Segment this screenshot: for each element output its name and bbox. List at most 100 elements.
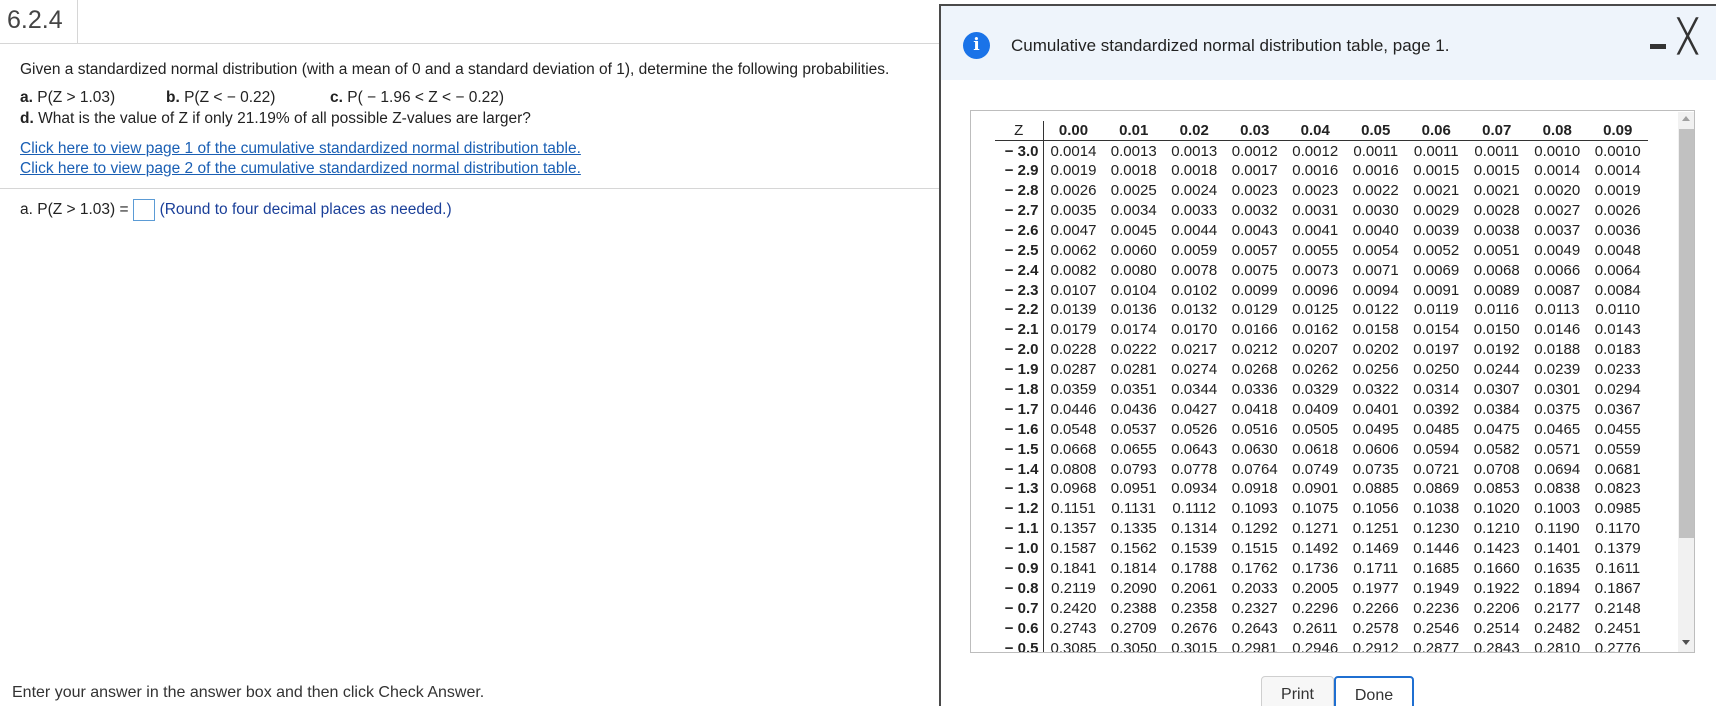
table-row: − 1.8 0.0359 0.0351 0.0344 0.0336 0.0329 0.032… [995,379,1648,400]
z-value-cell: − 1.8 [995,379,1044,400]
probability-cell: 0.1492 [1292,540,1339,558]
probability-cell: 0.2148 [1594,599,1641,617]
table-row: − 2.3 0.0107 0.0104 0.0102 0.0099 0.0096 0.009… [995,280,1648,301]
probability-cell: 0.2266 [1352,599,1399,617]
probability-cell: 0.1210 [1473,520,1520,538]
column-header: 0.09 [1603,122,1633,140]
probability-cell: 0.0401 [1352,400,1399,418]
table-body: − 3.0 0.0014 0.0013 0.0013 0.0012 0.0012 0.001… [995,140,1648,653]
probability-cell: 0.0020 [1534,182,1581,200]
probability-cell: 0.0016 [1292,162,1339,180]
scrollbar-thumb[interactable] [1679,129,1694,538]
probability-cell: 0.2482 [1534,619,1581,637]
z-value-cell: − 2.3 [995,280,1044,301]
probability-cell: 0.1292 [1231,520,1278,538]
probability-cell: 0.0793 [1110,460,1157,478]
question-text: Given a standardized normal distribution… [20,61,890,78]
probability-cell: 0.0322 [1352,381,1399,399]
z-value-cell: − 1.1 [995,518,1044,539]
probability-cell: 0.0465 [1534,420,1581,438]
z-value-cell: − 0.7 [995,598,1044,619]
z-value-cell: − 2.6 [995,220,1044,241]
z-value-cell: − 3.0 [995,140,1044,161]
probability-cell: 0.1003 [1534,500,1581,518]
probability-cell: 0.0485 [1413,420,1460,438]
scroll-down-arrow-icon[interactable] [1682,640,1690,645]
part-text: P( − 1.96 < Z < − 0.22) [342,89,505,106]
probability-cell: 0.0143 [1594,321,1641,339]
probability-cell: 0.0019 [1050,162,1097,180]
probability-cell: 0.1170 [1595,520,1641,538]
probability-cell: 0.0559 [1594,440,1641,458]
probability-cell: 0.0778 [1171,460,1218,478]
probability-cell: 0.0301 [1534,381,1581,399]
probability-cell: 0.0011 [1413,142,1459,160]
part-text: P(Z < − 0.22) [179,89,276,106]
vertical-scrollbar[interactable] [1678,112,1694,652]
probability-cell: 0.0202 [1352,341,1399,359]
probability-cell: 0.2177 [1534,599,1581,617]
table-row: − 1.4 0.0808 0.0793 0.0778 0.0764 0.0749 0.073… [995,459,1648,480]
done-button[interactable]: Done [1334,676,1414,706]
probability-cell: 0.0027 [1534,202,1581,219]
column-header: 0.03 [1240,122,1270,140]
probability-cell: 0.0049 [1534,241,1581,259]
probability-cell: 0.0129 [1231,301,1278,319]
probability-cell: 0.0132 [1171,301,1218,319]
probability-cell: 0.2061 [1171,579,1218,597]
table-scroll-area[interactable]: Z 0.00 0.01 0.02 0.03 0.04 0.05 0.06 0.07 0.08 0.0… [970,110,1695,653]
probability-cell: 0.0122 [1352,301,1399,319]
z-value-cell: − 2.7 [995,200,1044,221]
probability-cell: 0.0281 [1110,361,1157,379]
probability-cell: 0.0110 [1595,301,1641,319]
table-page-1-link[interactable]: Click here to view page 1 of the cumulat… [20,140,581,158]
probability-cell: 0.0179 [1050,321,1097,339]
probability-cell: 0.0256 [1352,361,1399,379]
z-value-cell: − 1.3 [995,479,1044,499]
probability-cell: 0.0250 [1413,361,1460,379]
table-row: − 2.5 0.0062 0.0060 0.0059 0.0057 0.0055 0.005… [995,240,1648,261]
table-row: − 0.6 0.2743 0.2709 0.2676 0.2643 0.2611 0.257… [995,618,1648,639]
probability-cell: 0.0170 [1171,321,1218,339]
probability-cell: 0.0089 [1473,281,1520,299]
probability-cell: 0.0014 [1050,142,1097,160]
probability-cell: 0.0228 [1050,341,1097,359]
probability-cell: 0.0021 [1413,182,1460,200]
print-button[interactable]: Print [1261,676,1334,706]
probability-cell: 0.0188 [1534,341,1581,359]
z-value-cell: − 1.5 [995,439,1044,460]
answer-input[interactable] [132,199,155,221]
z-value-cell: − 1.6 [995,419,1044,440]
probability-cell: 0.0010 [1534,142,1581,160]
probability-cell: 0.0951 [1110,480,1157,498]
probability-cell: 0.1314 [1171,520,1218,538]
probability-cell: 0.0026 [1050,182,1097,200]
probability-cell: 0.2546 [1413,619,1460,637]
minimize-icon[interactable] [1650,44,1666,49]
probability-cell: 0.0043 [1231,221,1278,239]
probability-cell: 0.0031 [1292,202,1339,219]
probability-cell: 0.0594 [1413,440,1460,458]
rounding-note: (Round to four decimal places as needed.… [159,201,452,218]
probability-cell: 0.0069 [1413,261,1460,279]
z-value-cell: − 1.2 [995,498,1044,519]
close-icon[interactable]: ╳ [1678,20,1697,52]
probability-cell: 0.0668 [1050,440,1097,458]
probability-cell: 0.0934 [1171,480,1218,498]
probability-cell: 0.0146 [1534,321,1581,339]
probability-cell: 0.0087 [1534,281,1581,299]
probability-cell: 0.1112 [1172,500,1217,518]
probability-cell: 0.0035 [1050,202,1097,219]
probability-cell: 0.0505 [1292,420,1339,438]
probability-cell: 0.0359 [1050,381,1097,399]
table-row: − 2.1 0.0179 0.0174 0.0170 0.0166 0.0162 0.015… [995,319,1648,340]
table-page-2-link[interactable]: Click here to view page 2 of the cumulat… [20,160,581,178]
probability-cell: 0.0024 [1171,182,1218,200]
probability-cell: 0.0548 [1050,420,1097,438]
probability-cell: 0.1635 [1534,560,1581,578]
probability-cell: 0.2776 [1594,639,1641,653]
probability-cell: 0.1401 [1534,540,1581,558]
probability-cell: 0.0037 [1534,221,1581,239]
scroll-up-arrow-icon[interactable] [1682,116,1690,121]
probability-cell: 0.0038 [1473,221,1520,239]
